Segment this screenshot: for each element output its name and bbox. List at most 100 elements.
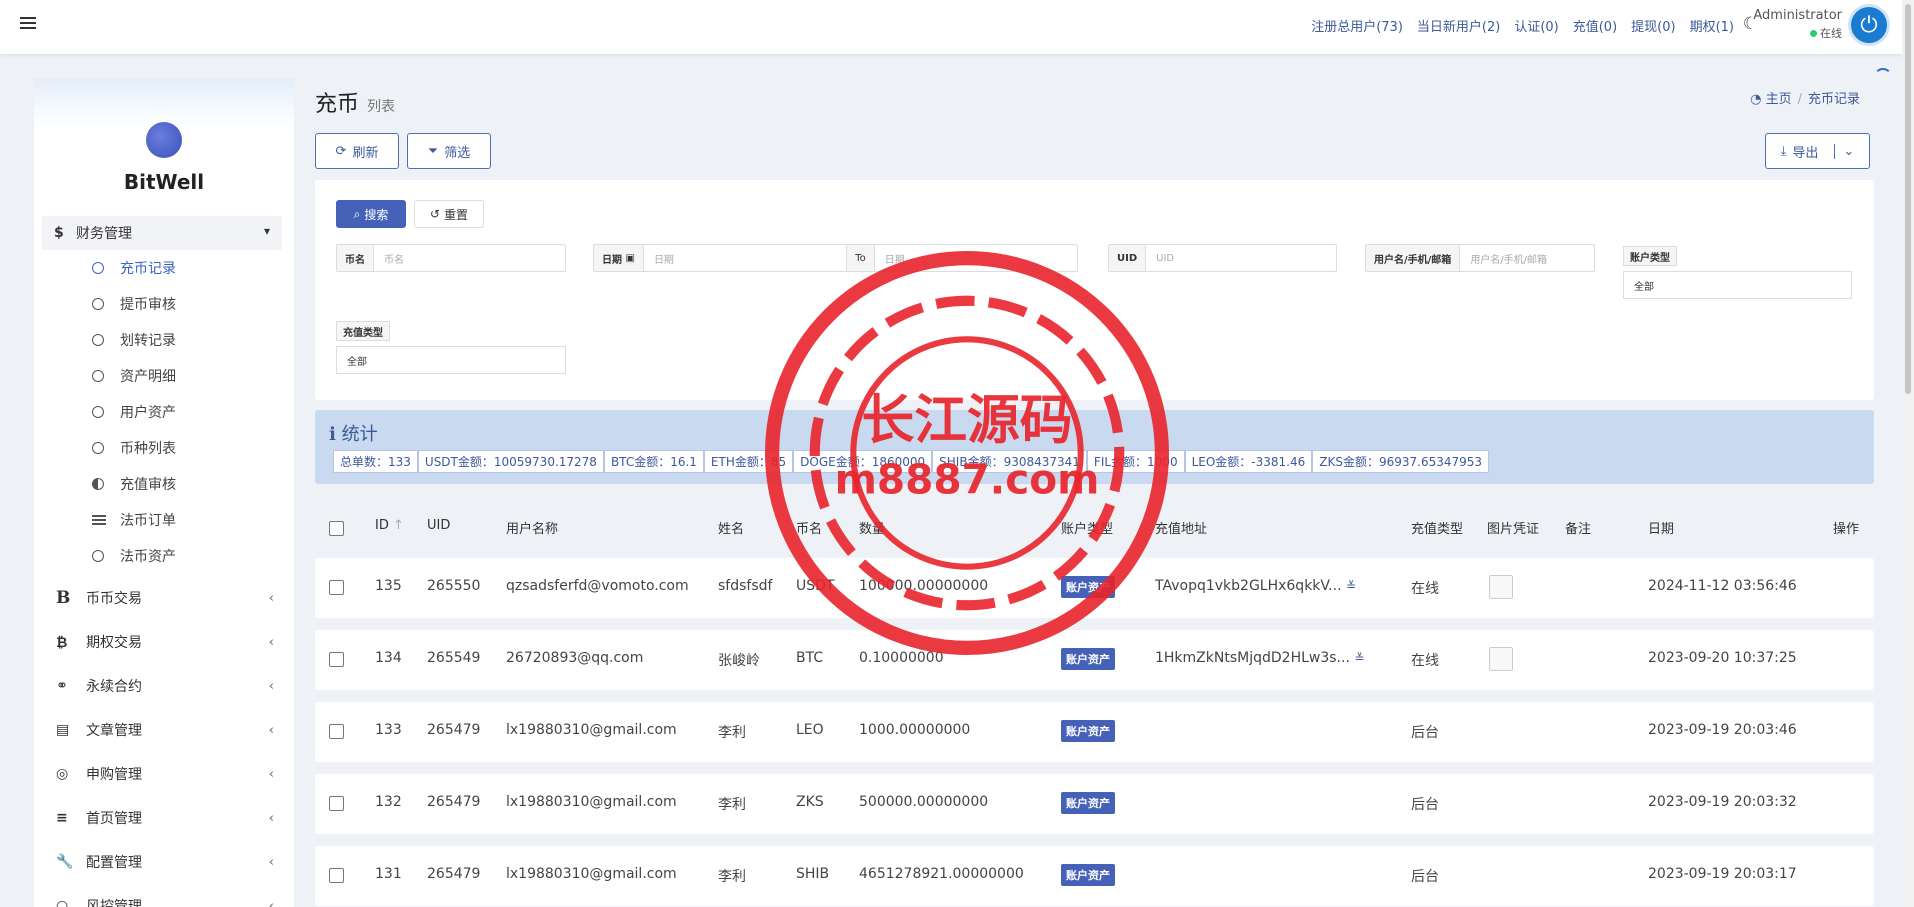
sidebar-item-label: 币币交易	[86, 591, 142, 607]
date-to-label: To	[846, 245, 875, 271]
filter-panel: ⌕ 搜索 ↺ 重置 币名 币名 日期 ▣ 日期 To 日期 UID UID 用户名/手机/邮箱…	[315, 180, 1874, 400]
date-start-input[interactable]: 日期	[644, 245, 846, 271]
nav-withdraw[interactable]: 提现(0)	[1631, 16, 1675, 35]
nav-total-users[interactable]: 注册总用户(73)	[1311, 16, 1403, 35]
col-address: 充值地址	[1155, 522, 1208, 537]
breadcrumb-home[interactable]: 主页	[1766, 92, 1792, 107]
lifebuoy-icon: ◎	[56, 766, 69, 782]
export-label: 导出	[1792, 145, 1819, 161]
menu-toggle-icon[interactable]	[20, 14, 36, 32]
sidebar-item-recharge-review[interactable]: 充值审核	[92, 474, 176, 494]
stat-badge: SHIB金额：9308437341	[932, 450, 1087, 473]
date-end-input[interactable]: 日期	[875, 245, 1077, 271]
user-status: 在线	[1820, 27, 1842, 40]
sidebar-item-spot-trading[interactable]: B 币币交易 ‹	[56, 588, 286, 608]
expand-icon[interactable]: ≚	[1346, 579, 1356, 593]
nav-options[interactable]: 期权(1)	[1690, 16, 1734, 35]
sidebar-item-options-trading[interactable]: ₿ 期权交易 ‹	[56, 632, 286, 652]
sidebar-item-fiat-orders[interactable]: 法币订单	[92, 510, 176, 530]
sidebar-item-label: 文章管理	[86, 723, 142, 739]
export-button[interactable]: ⤓ 导出 ⌄	[1765, 133, 1870, 169]
sidebar-item-subscription[interactable]: ◎ 申购管理 ‹	[56, 764, 286, 784]
sidebar-item-user-assets[interactable]: 用户资产	[92, 402, 176, 422]
breadcrumb-current[interactable]: 充币记录	[1808, 92, 1860, 107]
col-recharge-type: 充值类型	[1411, 522, 1464, 537]
uid-filter: UID UID	[1108, 244, 1337, 272]
user-input[interactable]: 用户名/手机/邮箱	[1460, 245, 1594, 271]
uid-input[interactable]: UID	[1146, 245, 1336, 271]
stat-badge: LEO金额：-3381.46	[1184, 450, 1313, 473]
nav-new-users[interactable]: 当日新用户(2)	[1417, 16, 1500, 35]
sidebar-item-transfer-records[interactable]: 划转记录	[92, 330, 176, 350]
stats-panel: ℹ 统计 总单数：133 USDT金额：10059730.17278 BTC金额…	[315, 410, 1874, 484]
nav-recharge[interactable]: 充值(0)	[1573, 16, 1617, 35]
sidebar-item-label: 提币审核	[120, 297, 176, 313]
account-type-badge: 账户资产	[1061, 864, 1115, 886]
cell-id: 135	[375, 578, 402, 594]
date-filter: 日期 ▣ 日期 To 日期	[593, 244, 1078, 272]
coin-filter: 币名 币名	[336, 244, 566, 272]
sort-icon: ↑	[393, 518, 404, 533]
expand-icon[interactable]: ≚	[1354, 651, 1364, 665]
newspaper-icon: ▤	[56, 722, 70, 738]
cell-address: 1HkmZkNtsMjqdD2HLw3s... ≚	[1155, 650, 1364, 666]
nav-verification[interactable]: 认证(0)	[1514, 16, 1558, 35]
sidebar-item-label: 首页管理	[86, 811, 142, 827]
refresh-button[interactable]: ⟳ 刷新	[315, 133, 399, 169]
scrollbar-thumb[interactable]	[1905, 4, 1911, 394]
stat-badge: BTC金额：16.1	[603, 450, 704, 473]
recharge-type-select[interactable]: 全部	[336, 346, 566, 374]
sidebar-item-articles[interactable]: ▤ 文章管理 ‹	[56, 720, 286, 740]
sidebar-item-label: 法币资产	[120, 549, 176, 565]
chevron-left-icon: ‹	[268, 678, 274, 694]
account-type-select[interactable]: 全部	[1623, 271, 1852, 299]
page-scrollbar[interactable]	[1902, 0, 1914, 907]
chevron-left-icon: ‹	[268, 810, 274, 826]
chevron-left-icon: ‹	[268, 722, 274, 738]
sidebar-item-config[interactable]: 🔧 配置管理 ‹	[56, 852, 286, 872]
row-checkbox[interactable]	[329, 796, 344, 811]
col-id[interactable]: ID ↑	[375, 518, 404, 533]
chevron-left-icon: ‹	[268, 898, 274, 907]
table-header: ID ↑ UID 用户名称 姓名 币名 数量 账户类型 充值地址 充值类型 图片…	[315, 510, 1874, 544]
table-row: 135 265550 qzsadsferfd@vomoto.com sfdsfs…	[315, 558, 1874, 618]
sidebar-item-withdraw-review[interactable]: 提币审核	[92, 294, 176, 314]
reset-button[interactable]: ↺ 重置	[414, 200, 484, 228]
list-icon: ≡	[56, 810, 68, 826]
sidebar-item-perpetual[interactable]: ⚭ 永续合约 ‹	[56, 676, 286, 696]
cell-name: 张峻岭	[718, 653, 760, 669]
user-name: Administrator	[1753, 8, 1842, 23]
circle-icon	[92, 298, 104, 310]
filter-button[interactable]: ⏷ 筛选	[407, 133, 491, 169]
circle-icon	[92, 370, 104, 382]
image-thumbnail[interactable]	[1489, 575, 1513, 599]
col-account-type: 账户类型	[1061, 522, 1114, 537]
filter-icon: ⏷	[427, 143, 439, 159]
select-all-checkbox[interactable]	[329, 521, 344, 536]
cell-coin: BTC	[796, 650, 824, 666]
sidebar-item-label: 风控管理	[86, 899, 142, 907]
coin-input[interactable]: 币名	[374, 245, 565, 271]
image-thumbnail[interactable]	[1489, 647, 1513, 671]
row-checkbox[interactable]	[329, 724, 344, 739]
search-button[interactable]: ⌕ 搜索	[336, 200, 406, 228]
sidebar-item-homepage[interactable]: ≡ 首页管理 ‹	[56, 808, 286, 828]
search-icon: ⌕	[353, 206, 361, 221]
page-subtitle: 列表	[367, 99, 396, 115]
sidebar-item-deposit-records[interactable]: 充币记录	[92, 258, 176, 278]
dashboard-icon: ◔	[1750, 92, 1762, 107]
col-qty: 数量	[859, 522, 886, 537]
sidebar-item-fiat-assets[interactable]: 法币资产	[92, 546, 176, 566]
sidebar-item-coin-list[interactable]: 币种列表	[92, 438, 176, 458]
row-checkbox[interactable]	[329, 868, 344, 883]
sidebar-group-finance[interactable]: $ 财务管理 ▾	[42, 216, 282, 250]
circle-icon	[92, 442, 104, 454]
sidebar-item-risk[interactable]: ○ 风控管理 ‹	[56, 896, 286, 907]
cell-date: 2023-09-19 20:03:46	[1648, 722, 1797, 738]
row-checkbox[interactable]	[329, 580, 344, 595]
sidebar-item-asset-details[interactable]: 资产明细	[92, 366, 176, 386]
cell-id: 133	[375, 722, 402, 738]
cell-date: 2024-11-12 03:56:46	[1648, 578, 1797, 594]
row-checkbox[interactable]	[329, 652, 344, 667]
avatar-power-icon[interactable]: ⏻	[1848, 4, 1890, 46]
